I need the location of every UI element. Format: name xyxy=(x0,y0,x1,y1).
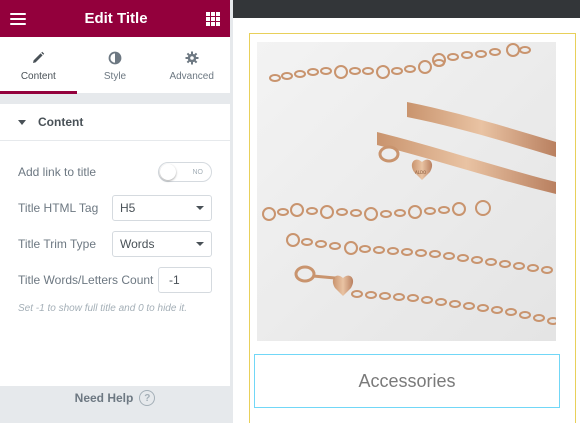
count-control: Title Words/Letters Count -1 xyxy=(18,267,212,293)
contrast-icon xyxy=(108,49,122,67)
question-icon: ? xyxy=(139,390,156,406)
product-title[interactable]: Accessories xyxy=(254,354,560,408)
charm-text: ALDO xyxy=(415,170,426,175)
panel-tabs: Content Style Advanced xyxy=(0,37,230,94)
count-label: Title Words/Letters Count xyxy=(18,273,154,287)
link-control: Add link to title NO xyxy=(18,159,212,185)
html-tag-control: Title HTML Tag H5 xyxy=(18,195,212,221)
link-label: Add link to title xyxy=(18,165,97,179)
pencil-icon xyxy=(31,49,45,67)
chevron-down-icon xyxy=(196,206,204,210)
tab-content[interactable]: Content xyxy=(0,37,77,94)
trim-type-label: Title Trim Type xyxy=(18,237,97,251)
tab-advanced-label: Advanced xyxy=(169,70,214,82)
section-title: Content xyxy=(38,115,84,129)
product-card[interactable]: ALDO Accessories xyxy=(249,33,576,423)
trim-type-value: Words xyxy=(120,237,155,251)
trim-type-select[interactable]: Words xyxy=(112,231,212,257)
trim-type-control: Title Trim Type Words xyxy=(18,231,212,257)
need-help-label: Need Help xyxy=(74,391,134,405)
chevron-down-icon xyxy=(196,242,204,246)
html-tag-value: H5 xyxy=(120,201,136,215)
html-tag-label: Title HTML Tag xyxy=(18,201,99,215)
widgets-grid-icon[interactable] xyxy=(206,11,220,26)
editor-panel: Edit Title Content Style Advanced Conten… xyxy=(0,0,230,423)
panel-title: Edit Title xyxy=(84,10,148,27)
toggle-knob xyxy=(160,164,176,180)
link-toggle[interactable]: NO xyxy=(158,162,212,182)
count-hint: Set -1 to show full title and 0 to hide … xyxy=(18,303,187,314)
count-input[interactable]: -1 xyxy=(158,267,212,293)
content-section-toggle[interactable]: Content xyxy=(0,104,230,141)
preview-area: ALDO Accessories xyxy=(233,0,580,423)
controls-list: Add link to title NO Title HTML Tag H5 T… xyxy=(0,141,230,386)
tab-content-label: Content xyxy=(20,70,56,82)
product-image: ALDO xyxy=(257,42,556,341)
html-tag-select[interactable]: H5 xyxy=(112,195,212,221)
menu-icon[interactable] xyxy=(10,12,26,25)
tab-style-label: Style xyxy=(103,70,127,82)
caret-down-icon xyxy=(18,119,26,125)
tab-style[interactable]: Style xyxy=(77,37,154,93)
toggle-text: NO xyxy=(192,168,204,176)
need-help-link[interactable]: Need Help ? xyxy=(0,390,230,406)
gear-icon xyxy=(185,49,199,67)
preview-topbar xyxy=(233,0,580,18)
tab-advanced[interactable]: Advanced xyxy=(153,37,230,93)
panel-header: Edit Title xyxy=(0,0,230,37)
